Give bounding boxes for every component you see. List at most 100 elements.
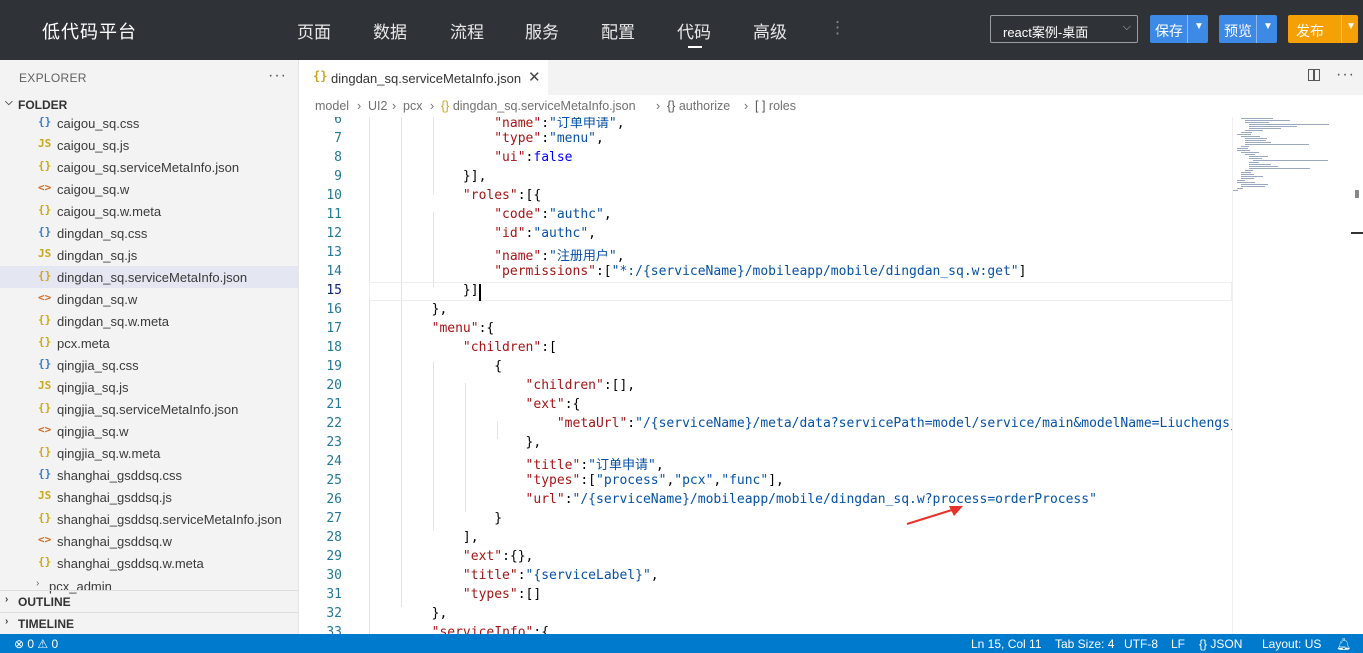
tree-file-item[interactable]: {} dingdan_sq.serviceMetaInfo.json — [0, 266, 298, 288]
tab-size[interactable]: Tab Size: 4 — [1055, 637, 1114, 651]
code-editor[interactable]: 6 "name":"订单申请", 7 "type":"menu", 8 "ui":f… — [300, 117, 1232, 634]
encoding[interactable]: UTF-8 — [1124, 637, 1158, 651]
code-line[interactable]: }] — [369, 283, 479, 298]
tree-file-item[interactable]: {} qingjia_sq.css — [0, 354, 298, 376]
breadcrumb-item[interactable]: {} dingdan_sq.serviceMetaInfo.json — [441, 99, 636, 113]
publish-dropdown-button[interactable]: ▼ — [1341, 15, 1358, 43]
tree-file-item[interactable]: JS qingjia_sq.js — [0, 376, 298, 398]
breadcrumb-label: authorize — [678, 99, 731, 113]
tree-file-item[interactable]: {} qingjia_sq.w.meta — [0, 442, 298, 464]
folder-section-header[interactable]: ⌵ FOLDER — [0, 94, 298, 116]
tree-file-item[interactable]: {} caigou_sq.css — [0, 115, 298, 134]
code-line[interactable]: "ext":{}, — [369, 549, 533, 564]
minimap-line — [1245, 140, 1266, 141]
tree-file-item[interactable]: JS caigou_sq.js — [0, 134, 298, 156]
tree-file-item[interactable]: <> caigou_sq.w — [0, 178, 298, 200]
code-line[interactable]: "name":"订单申请", — [369, 117, 624, 131]
outline-section-header[interactable]: › OUTLINE — [0, 590, 298, 613]
keyboard-layout[interactable]: Layout: US — [1262, 637, 1321, 651]
code-line[interactable]: }], — [369, 169, 487, 184]
json-file-icon: {} — [38, 203, 52, 216]
outline-title: OUTLINE — [18, 595, 71, 609]
tree-file-item[interactable]: {} pcx.meta — [0, 332, 298, 354]
timeline-section-header[interactable]: › TIMELINE — [0, 612, 298, 634]
breadcrumb-item[interactable]: pcx — [403, 99, 422, 113]
tree-file-item[interactable]: {} shanghai_gsddsq.serviceMetaInfo.json — [0, 508, 298, 530]
code-line[interactable]: "children":[ — [369, 340, 557, 355]
nav-item[interactable]: 服务 — [525, 18, 559, 43]
project-select[interactable]: react案例-桌面 ⌵ — [990, 15, 1138, 43]
tree-file-item[interactable]: {} caigou_sq.serviceMetaInfo.json — [0, 156, 298, 178]
editor-tab[interactable]: {} dingdan_sq.serviceMetaInfo.json ✕ — [300, 60, 548, 95]
w-file-icon: <> — [38, 181, 52, 194]
minimap-line — [1241, 136, 1261, 137]
breadcrumb-item[interactable]: model — [315, 99, 349, 113]
scrollbar-thumb[interactable] — [1355, 190, 1359, 198]
nav-overflow-icon[interactable]: ⋮ — [829, 18, 846, 38]
close-icon[interactable]: ✕ — [528, 68, 541, 86]
breadcrumb-item[interactable]: {} authorize — [667, 99, 730, 113]
breadcrumb-item[interactable]: UI2 — [368, 99, 387, 113]
publish-button[interactable]: 发布 ▼ — [1288, 15, 1358, 43]
code-line[interactable]: "type":"menu", — [369, 131, 604, 146]
code-line[interactable]: "name":"注册用户", — [369, 245, 624, 264]
tree-file-item[interactable]: {} shanghai_gsddsq.w.meta — [0, 552, 298, 574]
tree-file-item[interactable]: {} dingdan_sq.css — [0, 222, 298, 244]
bell-icon[interactable]: 🔔︎ — [1336, 637, 1351, 651]
code-line[interactable]: { — [369, 359, 502, 374]
code-line[interactable]: "permissions":["*:/{serviceName}/mobilea… — [369, 264, 1026, 279]
tree-file-item[interactable]: {} qingjia_sq.serviceMetaInfo.json — [0, 398, 298, 420]
code-line[interactable]: "code":"authc", — [369, 207, 611, 222]
nav-item[interactable]: 代码 — [677, 18, 711, 43]
nav-item[interactable]: 高级 — [753, 18, 787, 43]
code-line[interactable]: "serviceInfo":{ — [369, 625, 549, 634]
problems-indicator[interactable]: ⊗ 0 ⚠ 0 — [14, 637, 58, 651]
code-line[interactable]: "menu":{ — [369, 321, 495, 336]
nav-item[interactable]: 页面 — [297, 18, 331, 43]
tree-file-item[interactable]: <> qingjia_sq.w — [0, 420, 298, 442]
code-line[interactable]: "id":"authc", — [369, 226, 596, 241]
json-file-icon: {} — [38, 335, 52, 348]
tree-file-item[interactable]: <> shanghai_gsddsq.w — [0, 530, 298, 552]
split-editor-icon[interactable] — [1308, 69, 1320, 81]
code-line[interactable]: "url":"/{serviceName}/mobileapp/mobile/d… — [369, 492, 1097, 507]
code-line[interactable]: "types":[] — [369, 587, 541, 602]
nav-item[interactable]: 流程 — [450, 18, 484, 43]
tree-file-item[interactable]: <> dingdan_sq.w — [0, 288, 298, 310]
code-line[interactable]: "children":[], — [369, 378, 636, 393]
preview-button[interactable]: 预览 ▼ — [1219, 15, 1277, 43]
code-line[interactable]: }, — [369, 606, 448, 621]
more-actions-icon[interactable]: ··· — [1336, 66, 1355, 84]
tree-file-item[interactable]: JS shanghai_gsddsq.js — [0, 486, 298, 508]
minimap-line — [1245, 170, 1253, 171]
code-line[interactable]: "ui":false — [369, 150, 572, 165]
code-line[interactable]: ], — [369, 530, 479, 545]
cursor-position[interactable]: Ln 15, Col 11 — [971, 637, 1042, 651]
nav-item[interactable]: 配置 — [601, 18, 635, 43]
code-line[interactable]: "roles":[{ — [369, 188, 541, 203]
tree-file-item[interactable]: JS dingdan_sq.js — [0, 244, 298, 266]
line-number: 13 — [326, 245, 342, 260]
save-dropdown-button[interactable]: ▼ — [1187, 15, 1208, 43]
breadcrumb-item[interactable]: [ ] roles — [755, 99, 796, 113]
code-line[interactable]: } — [369, 511, 502, 526]
language-mode[interactable]: {} JSON — [1199, 637, 1242, 651]
tree-file-item[interactable]: {} caigou_sq.w.meta — [0, 200, 298, 222]
caret-down-icon: ▼ — [1194, 21, 1204, 32]
code-line[interactable]: }, — [369, 302, 448, 317]
tree-file-item[interactable]: {} shanghai_gsddsq.css — [0, 464, 298, 486]
save-button[interactable]: 保存 ▼ — [1150, 15, 1208, 43]
minimap[interactable] — [1232, 117, 1363, 634]
more-actions-icon[interactable]: ··· — [268, 67, 287, 85]
chevron-right-icon: › — [36, 578, 40, 589]
code-line[interactable]: "types":["process","pcx","func"], — [369, 473, 784, 488]
tree-file-item[interactable]: {} dingdan_sq.w.meta — [0, 310, 298, 332]
nav-item[interactable]: 数据 — [373, 18, 407, 43]
end-of-line[interactable]: LF — [1171, 637, 1185, 651]
code-line[interactable]: "metaUrl":"/{serviceName}/meta/data?serv… — [369, 416, 1232, 431]
preview-dropdown-button[interactable]: ▼ — [1256, 15, 1277, 43]
code-line[interactable]: }, — [369, 435, 542, 450]
code-line[interactable]: "title":"{serviceLabel}", — [369, 568, 659, 583]
code-line[interactable]: "ext":{ — [369, 397, 581, 412]
code-line[interactable]: "title":"订单申请", — [369, 454, 664, 473]
